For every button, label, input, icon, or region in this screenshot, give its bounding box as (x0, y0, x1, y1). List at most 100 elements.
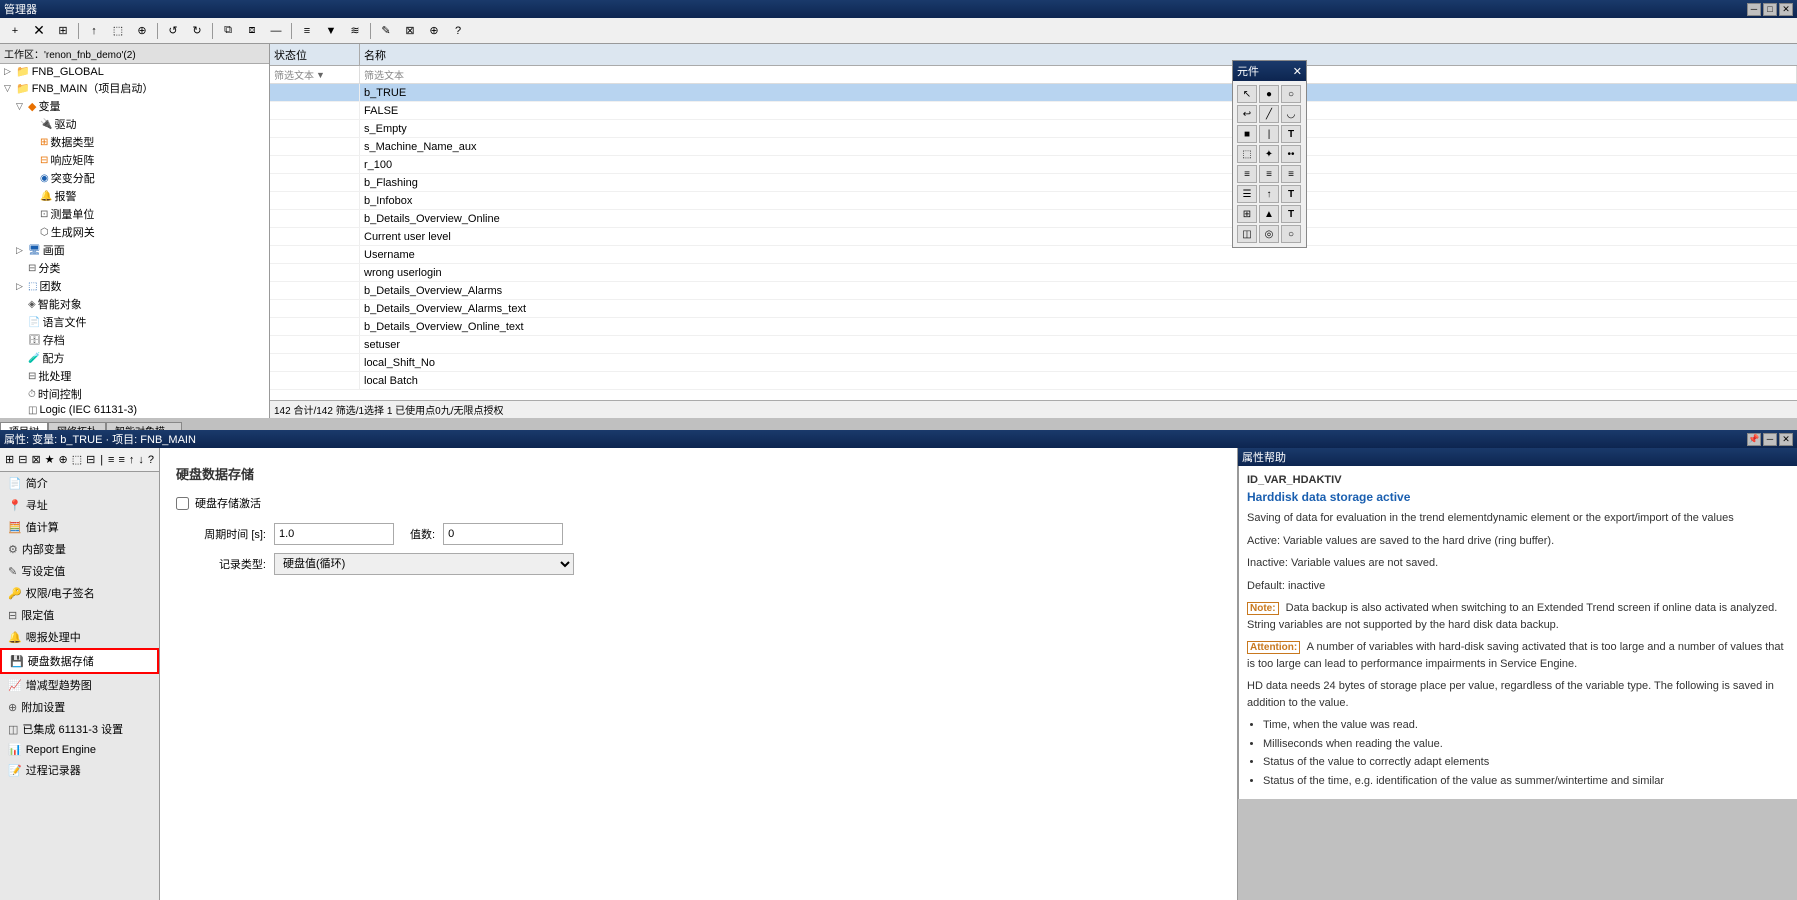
pleft-sub[interactable]: ⊟ (85, 450, 96, 470)
elem-text3[interactable]: T (1281, 205, 1301, 223)
tb-search[interactable]: ⊠ (399, 21, 421, 41)
tree-time[interactable]: ⏱ 时间控制 (0, 385, 269, 403)
elem-grid[interactable]: ⬚ (1237, 145, 1257, 163)
elem-table[interactable]: ⊞ (1237, 205, 1257, 223)
pleft-bar[interactable]: | (98, 450, 105, 470)
close-button[interactable]: ✕ (1779, 3, 1793, 16)
table-row[interactable]: b_Details_Overview_Online (270, 210, 1797, 228)
nav-extra[interactable]: ⊕ 附加设置 (0, 696, 159, 718)
tb-help[interactable]: ? (447, 21, 469, 41)
tree-drive[interactable]: 🔌 驱动 (0, 115, 269, 133)
elem-cursor[interactable]: ↖ (1237, 85, 1257, 103)
nav-intro[interactable]: 📄 简介 (0, 472, 159, 494)
tb-link[interactable]: ⧉ (217, 21, 239, 41)
tb-delete[interactable]: ✕ (28, 21, 50, 41)
elem-text[interactable]: T (1281, 125, 1301, 143)
tree-group[interactable]: ▷ ⬚ 团数 (0, 277, 269, 295)
nav-disk[interactable]: 💾 硬盘数据存储 (0, 648, 159, 674)
elem-up[interactable]: ↑ (1259, 185, 1279, 203)
record-type-select[interactable]: 硬盘值(循环) (274, 553, 574, 575)
nav-calc[interactable]: 🧮 值计算 (0, 516, 159, 538)
hd-active-checkbox[interactable] (176, 497, 189, 510)
tb-add[interactable]: + (4, 21, 26, 41)
tb-redo[interactable]: ↻ (186, 21, 208, 41)
elem-circle-outline[interactable]: ○ (1281, 85, 1301, 103)
elem-line[interactable]: ╱ (1259, 105, 1279, 123)
tree-archive[interactable]: 🗄 存档 (0, 331, 269, 349)
elem-ring[interactable]: ○ (1281, 225, 1301, 243)
props-pin-btn[interactable]: 📌 (1747, 433, 1761, 446)
pleft-btn1[interactable]: ⊞ (4, 450, 15, 470)
nav-auth[interactable]: 🔑 权限/电子签名 (0, 582, 159, 604)
table-row[interactable]: Username (270, 246, 1797, 264)
elem-arc[interactable]: ◡ (1281, 105, 1301, 123)
elem-star[interactable]: ✦ (1259, 145, 1279, 163)
tree-logic[interactable]: ◫ Logic (IEC 61131-3) (0, 403, 269, 417)
props-min-btn[interactable]: ─ (1763, 433, 1777, 446)
tree-lang[interactable]: 📄 语言文件 (0, 313, 269, 331)
filter-icon[interactable]: ▼ (316, 70, 325, 80)
tb-more[interactable]: ⊕ (423, 21, 445, 41)
tree-datatype[interactable]: ⊞ 数据类型 (0, 133, 269, 151)
table-row[interactable]: local_Shift_No (270, 354, 1797, 372)
tb-copy[interactable]: ⬚ (107, 21, 129, 41)
pleft-lines[interactable]: ≡ (107, 450, 115, 470)
elem-triangle[interactable]: ▲ (1259, 205, 1279, 223)
pleft-grid[interactable]: ⬚ (71, 450, 83, 470)
tree-production[interactable]: ⬡ 生产及设备调度素 (0, 417, 269, 418)
table-row[interactable]: b_Details_Overview_Online_text (270, 318, 1797, 336)
tree-batch[interactable]: ⊟ 批处理 (0, 367, 269, 385)
table-row[interactable]: b_Infobox (270, 192, 1797, 210)
tb-up[interactable]: ↑ (83, 21, 105, 41)
tb-edit[interactable]: ✎ (375, 21, 397, 41)
tb-sort[interactable]: ≋ (344, 21, 366, 41)
elem-rotate[interactable]: ↩ (1237, 105, 1257, 123)
tb-unlink[interactable]: ⧈ (241, 21, 263, 41)
min-button[interactable]: ─ (1747, 3, 1761, 16)
elem-text2[interactable]: T (1281, 185, 1301, 203)
pleft-add[interactable]: ⊕ (58, 450, 69, 470)
elem-dots[interactable]: •• (1281, 145, 1301, 163)
elem-list[interactable]: ☰ (1237, 185, 1257, 203)
table-row[interactable]: b_Details_Overview_Alarms (270, 282, 1797, 300)
period-input[interactable] (274, 523, 394, 545)
tree-category[interactable]: ⊟ 分类 (0, 259, 269, 277)
tree-screen[interactable]: ▷ 🖥 画面 (0, 241, 269, 259)
nav-plc[interactable]: ◫ 已集成 61131-3 设置 (0, 718, 159, 740)
table-row[interactable]: b_Flashing (270, 174, 1797, 192)
elem-hline[interactable]: ≡ (1237, 165, 1257, 183)
pleft-dn[interactable]: ↓ (137, 450, 145, 470)
tree-smart[interactable]: ◈ 智能对象 (0, 295, 269, 313)
max-button[interactable]: □ (1763, 3, 1777, 16)
nav-address[interactable]: 📍 寻址 (0, 494, 159, 516)
tree-fnb-main[interactable]: ▽ 📁 FNB_MAIN（项目启动） (0, 79, 269, 97)
elem-bullseye[interactable]: ◎ (1259, 225, 1279, 243)
nav-report[interactable]: 📊 Report Engine (0, 740, 159, 759)
nav-internal[interactable]: ⚙ 内部变量 (0, 538, 159, 560)
tb-grid[interactable]: ⊞ (52, 21, 74, 41)
elem-hline3[interactable]: ≡ (1281, 165, 1301, 183)
pleft-help[interactable]: ? (147, 450, 155, 470)
table-row[interactable]: FALSE (270, 102, 1797, 120)
elem-circle-solid[interactable]: ● (1259, 85, 1279, 103)
elem-bar[interactable]: | (1259, 125, 1279, 143)
props-close-btn[interactable]: ✕ (1779, 433, 1793, 446)
count-input[interactable] (443, 523, 563, 545)
pleft-btn3[interactable]: ⊠ (30, 450, 41, 470)
elem-hline2[interactable]: ≡ (1259, 165, 1279, 183)
tree-matrix[interactable]: ⊟ 响应矩阵 (0, 151, 269, 169)
tree-recipe[interactable]: 🧪 配方 (0, 349, 269, 367)
nav-write[interactable]: ✎ 写设定值 (0, 560, 159, 582)
tb-dash[interactable]: — (265, 21, 287, 41)
tb-filter[interactable]: ≡ (296, 21, 318, 41)
tb-paste[interactable]: ⊕ (131, 21, 153, 41)
table-row[interactable]: b_TRUE (270, 84, 1797, 102)
table-row[interactable]: s_Machine_Name_aux (270, 138, 1797, 156)
table-row[interactable]: local Batch (270, 372, 1797, 390)
elem-split[interactable]: ◫ (1237, 225, 1257, 243)
elements-close[interactable]: ✕ (1293, 65, 1302, 78)
tree-mutation[interactable]: ◉ 突变分配 (0, 169, 269, 187)
nav-logger[interactable]: 📝 过程记录器 (0, 759, 159, 781)
pleft-btn2[interactable]: ⊟ (17, 450, 28, 470)
nav-alarm-proc[interactable]: 🔔 嗯报处理中 (0, 626, 159, 648)
